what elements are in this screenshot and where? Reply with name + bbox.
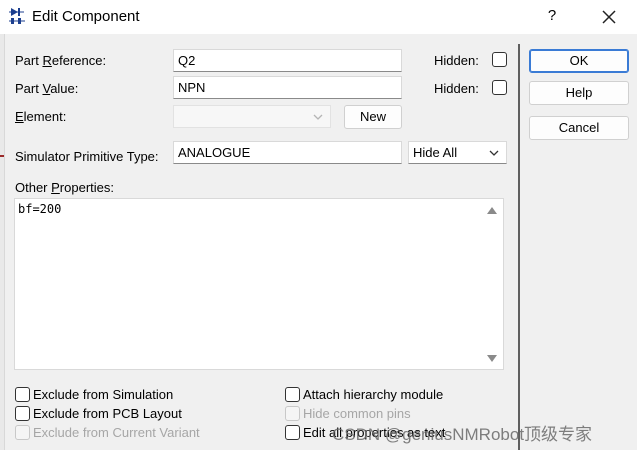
exclude-variant-checkbox <box>15 425 30 440</box>
part-value-hidden-label: Hidden: <box>434 81 479 96</box>
element-select[interactable] <box>173 105 331 128</box>
simulator-primitive-type-label: Simulator Primitive Type: <box>15 149 159 164</box>
attach-hierarchy-checkbox[interactable] <box>285 387 300 402</box>
title-bar: Edit Component ? <box>0 0 637 34</box>
other-properties-text: bf=200 <box>18 202 62 216</box>
simulator-primitive-type-input[interactable]: ANALOGUE <box>173 141 402 164</box>
cancel-button[interactable]: Cancel <box>529 116 629 140</box>
chevron-down-icon <box>489 150 499 156</box>
scroll-down-arrow-icon[interactable] <box>487 355 497 362</box>
scroll-up-arrow-icon[interactable] <box>487 207 497 214</box>
background-strip <box>0 34 5 450</box>
element-label: Element: <box>15 109 67 124</box>
exclude-variant-label: Exclude from Current Variant <box>33 425 200 440</box>
help-button[interactable]: Help <box>529 81 629 105</box>
exclude-simulation-label[interactable]: Exclude from Simulation <box>33 387 173 402</box>
part-reference-input[interactable]: Q2 <box>173 49 402 72</box>
other-properties-label: Other Properties: <box>15 180 114 195</box>
new-button[interactable]: New <box>344 105 402 129</box>
part-reference-hidden-checkbox[interactable] <box>492 52 507 67</box>
hide-all-select-value: Hide All <box>413 145 458 160</box>
part-value-label: Part Value: <box>15 81 79 96</box>
right-panel-divider <box>518 44 520 450</box>
hide-all-select[interactable]: Hide All <box>408 141 507 164</box>
hide-common-pins-label: Hide common pins <box>303 406 411 421</box>
exclude-simulation-checkbox[interactable] <box>15 387 30 402</box>
close-icon[interactable] <box>598 6 620 28</box>
chevron-down-icon <box>313 114 323 120</box>
attach-hierarchy-label[interactable]: Attach hierarchy module <box>303 387 443 402</box>
watermark: CSDN @geniusNMRobot顶级专家 <box>332 425 593 444</box>
other-properties-textarea[interactable]: bf=200 <box>14 198 504 370</box>
part-value-hidden-checkbox[interactable] <box>492 80 507 95</box>
hide-common-pins-checkbox <box>285 406 300 421</box>
edit-all-properties-checkbox[interactable] <box>285 425 300 440</box>
ok-button[interactable]: OK <box>529 49 629 73</box>
part-reference-hidden-label: Hidden: <box>434 53 479 68</box>
help-icon[interactable]: ? <box>541 7 563 27</box>
background-mark <box>0 155 4 157</box>
exclude-pcb-label[interactable]: Exclude from PCB Layout <box>33 406 182 421</box>
component-app-icon <box>9 8 25 24</box>
part-reference-label: Part Reference: <box>15 53 107 68</box>
exclude-pcb-checkbox[interactable] <box>15 406 30 421</box>
part-value-input[interactable]: NPN <box>173 76 402 99</box>
window-title: Edit Component <box>32 8 140 25</box>
